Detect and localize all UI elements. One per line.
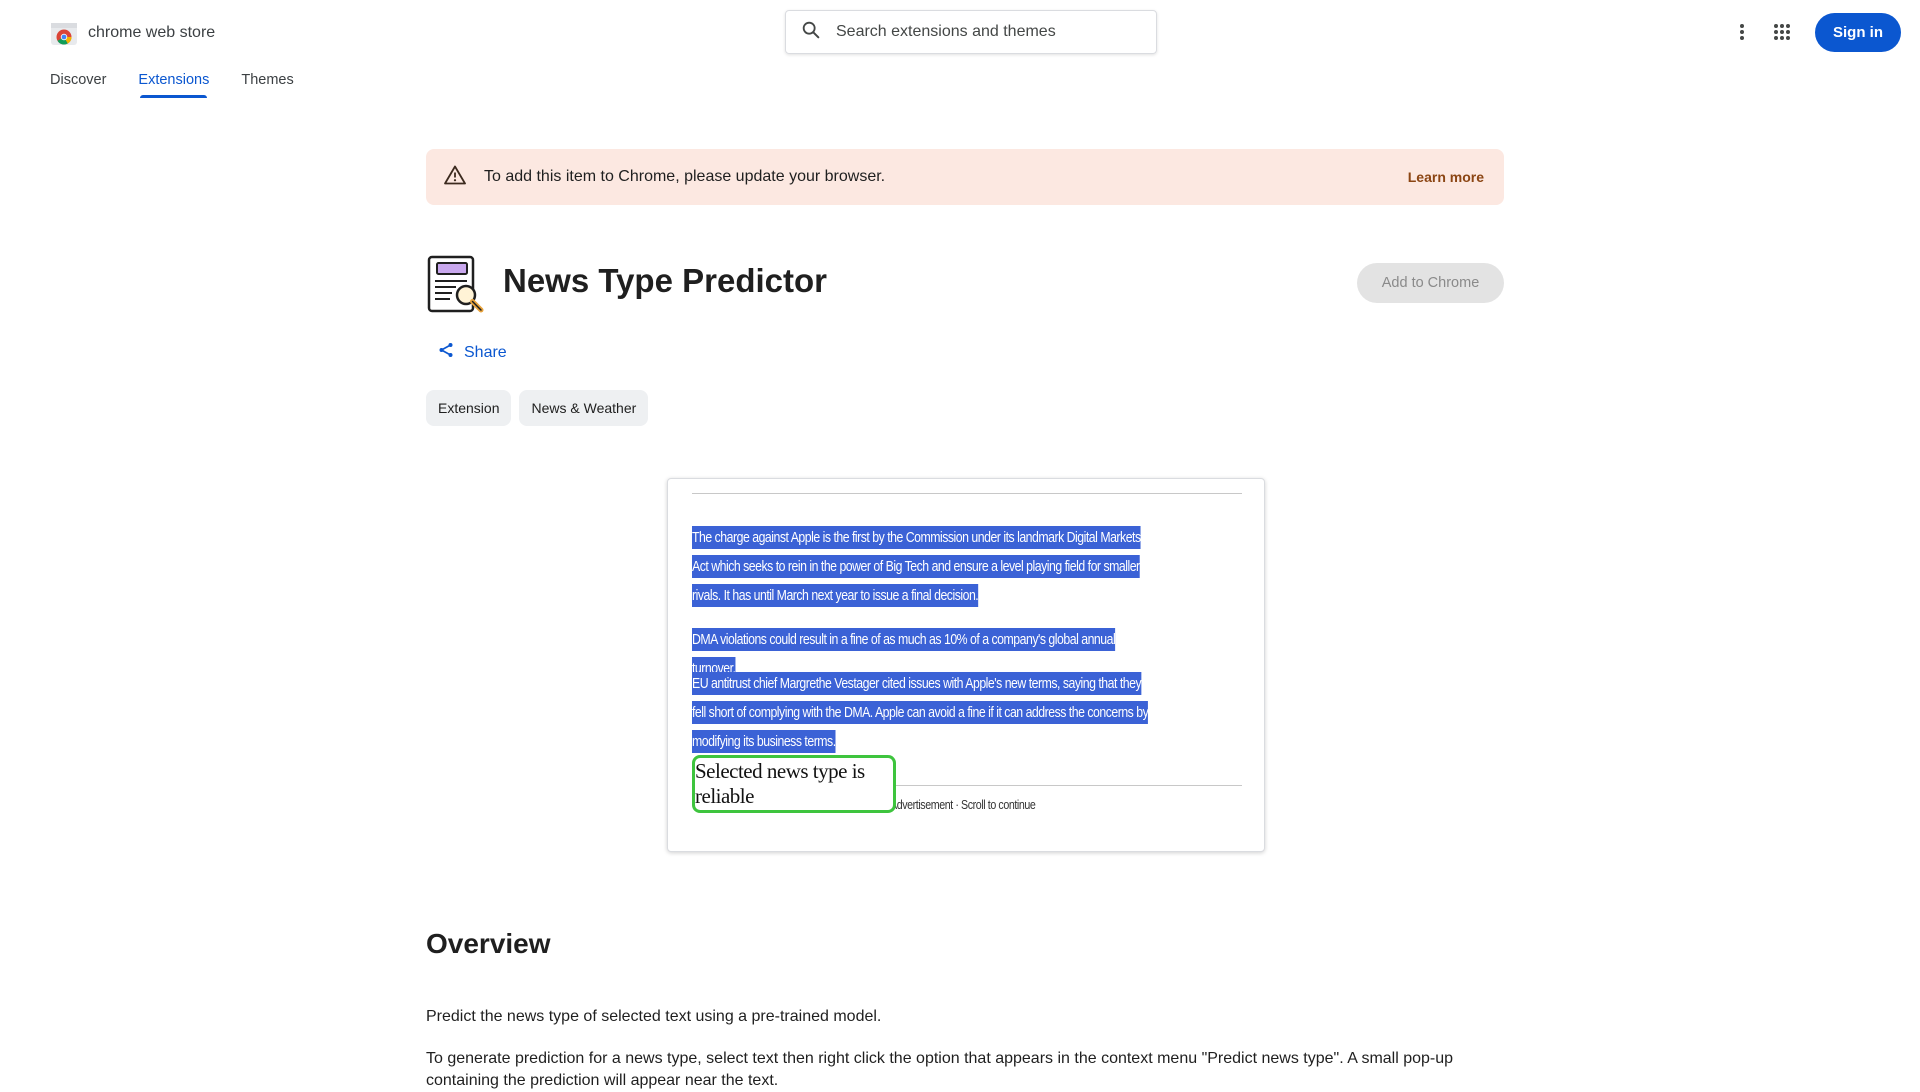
- search-input[interactable]: [836, 23, 1136, 41]
- category-chips: Extension News & Weather: [426, 390, 649, 426]
- screenshot-paragraph: The charge against Apple is the first by…: [692, 523, 1151, 610]
- share-icon: [438, 342, 454, 363]
- chrome-web-store-icon: [50, 19, 78, 47]
- extension-title: News Type Predictor: [503, 262, 827, 299]
- update-browser-banner: To add this item to Chrome, please updat…: [426, 149, 1504, 205]
- screenshot-paragraph: EU antitrust chief Margrethe Vestager ci…: [692, 669, 1151, 756]
- store-name: chrome web store: [88, 24, 216, 41]
- tab-extensions[interactable]: Extensions: [138, 72, 209, 98]
- add-to-chrome-button[interactable]: Add to Chrome: [1357, 263, 1504, 303]
- screenshot-divider: [896, 785, 1242, 786]
- overview-heading: Overview: [426, 928, 551, 959]
- screenshot-divider: [692, 493, 1242, 494]
- overview-paragraph: To generate prediction for a news type, …: [426, 1050, 1454, 1089]
- screenshot-ad-text: Advertisement · Scroll to continue: [890, 797, 1036, 812]
- warning-icon: [444, 165, 466, 190]
- sign-in-button[interactable]: Sign in: [1815, 13, 1901, 52]
- chip-extension[interactable]: Extension: [426, 390, 512, 426]
- search-icon: [800, 19, 822, 46]
- search-box[interactable]: [785, 10, 1157, 54]
- prediction-popup: Selected news type is reliable: [692, 755, 896, 813]
- learn-more-link[interactable]: Learn more: [1408, 169, 1484, 185]
- overview-paragraph: Predict the news type of selected text u…: [426, 1008, 882, 1025]
- banner-message: To add this item to Chrome, please updat…: [484, 168, 886, 185]
- apps-grid-icon[interactable]: [1768, 18, 1796, 46]
- more-vert-icon[interactable]: [1728, 18, 1756, 46]
- top-header: chrome web store Sign in Discover Extens…: [0, 0, 1920, 108]
- extension-screenshot[interactable]: The charge against Apple is the first by…: [667, 478, 1265, 852]
- extension-title-row: News Type Predictor Add to Chrome: [426, 252, 1504, 316]
- tab-discover[interactable]: Discover: [50, 72, 106, 98]
- store-logo[interactable]: chrome web store: [50, 19, 215, 47]
- share-button[interactable]: Share: [438, 342, 507, 363]
- news-search-icon: [426, 254, 486, 314]
- share-label: Share: [464, 343, 507, 361]
- nav-tabs: Discover Extensions Themes: [50, 72, 326, 98]
- chip-category[interactable]: News & Weather: [519, 390, 649, 426]
- tab-themes[interactable]: Themes: [241, 72, 293, 98]
